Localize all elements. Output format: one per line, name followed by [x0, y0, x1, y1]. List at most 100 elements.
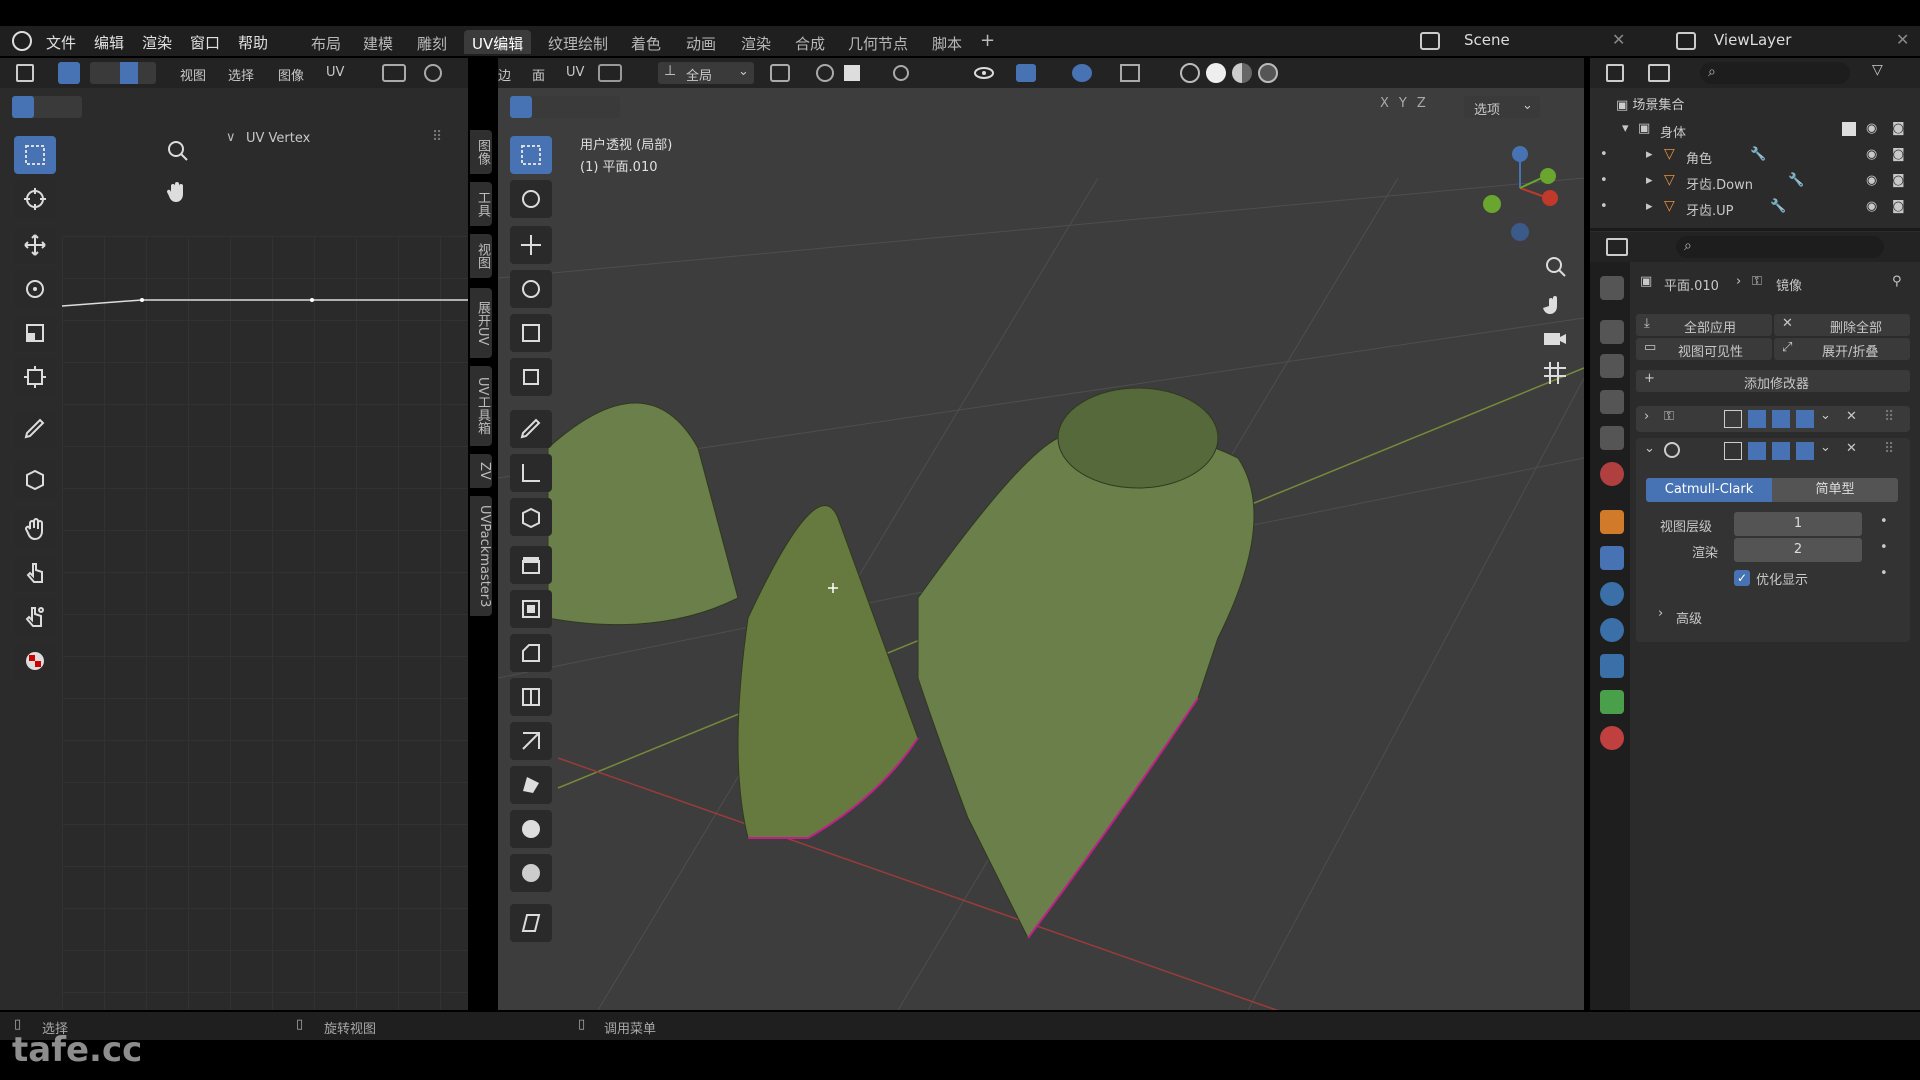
tab-scripting[interactable]: 脚本 — [924, 30, 970, 54]
solid-shading-icon[interactable] — [1206, 63, 1226, 83]
material-shading-icon[interactable] — [1232, 63, 1252, 83]
ortho-grid-icon[interactable] — [1542, 360, 1568, 390]
close-scene-icon[interactable]: ✕ — [1612, 30, 1625, 49]
rotate-tool[interactable] — [14, 270, 56, 308]
filter-icon[interactable]: ▽ — [1872, 62, 1883, 78]
checkbox-icon[interactable] — [1842, 122, 1856, 136]
outliner-row[interactable]: • ▸ ▽ 角色 🔧 ◉ ◙ — [1590, 144, 1920, 170]
overlays-icon[interactable] — [1072, 64, 1092, 82]
vp-pan-icon[interactable] — [1542, 294, 1568, 324]
xray-toggle-icon[interactable] — [1120, 64, 1140, 82]
vp-transform-tool[interactable] — [510, 358, 552, 396]
add-cube-tool[interactable] — [510, 498, 552, 536]
zoom-icon[interactable] — [164, 138, 190, 168]
inset-tool[interactable] — [510, 590, 552, 628]
scene-tab-icon[interactable] — [1600, 426, 1624, 450]
delete-all-button[interactable]: ✕ 删除全部 — [1774, 314, 1910, 336]
render-icon[interactable] — [1796, 410, 1814, 428]
view-layer-tab-icon[interactable] — [1600, 390, 1624, 414]
vp-move-tool[interactable] — [510, 226, 552, 264]
add-workspace-icon[interactable]: + — [980, 30, 995, 51]
wireframe-shading-icon[interactable] — [1180, 63, 1200, 83]
proportional-edit-icon[interactable] — [893, 65, 909, 81]
viewlayer-icon[interactable] — [1676, 32, 1696, 50]
gizmo-neg-z-icon[interactable] — [1511, 223, 1529, 241]
render-tab-icon[interactable] — [1600, 320, 1624, 344]
chevron-down-icon[interactable]: ⌄ — [1820, 408, 1831, 423]
scene-collection-row[interactable]: ▣ 场景集合 — [1616, 94, 1684, 113]
select-new-icon[interactable] — [12, 96, 34, 118]
scene-icon[interactable] — [1420, 32, 1440, 50]
expand-collapse-button[interactable]: ⤢ 展开/折叠 — [1774, 338, 1910, 360]
uv-vertex-panel-header[interactable]: ∨ UV Vertex ⠿ — [216, 126, 456, 152]
poly-build-tool[interactable] — [510, 766, 552, 804]
chevron-down-icon[interactable]: ⌄ — [1644, 441, 1655, 456]
pan-hand-icon[interactable] — [164, 180, 190, 210]
vp-cursor-tool[interactable] — [510, 180, 552, 218]
vp-select-box-tool[interactable] — [510, 136, 552, 174]
tab-sculpt[interactable]: 雕刻 — [409, 30, 455, 54]
vtab-view[interactable]: 视图 — [470, 234, 492, 278]
spin-tool[interactable] — [510, 810, 552, 848]
menu-window[interactable]: 窗口 — [190, 32, 220, 53]
viewlayer-name[interactable]: ViewLayer — [1714, 31, 1791, 49]
scene-name[interactable]: Scene — [1464, 31, 1510, 49]
outliner-row[interactable]: ▾ ▣ 身体 ◉ ◙ — [1590, 118, 1920, 144]
pivot-icon[interactable] — [382, 64, 406, 82]
mirror-x[interactable]: X — [1380, 96, 1389, 111]
vtab-tool[interactable]: 工具 — [470, 182, 492, 226]
chevron-down-icon[interactable]: ⌄ — [1820, 440, 1831, 455]
options-dropdown[interactable]: 选项 ⌄ — [1464, 96, 1540, 118]
close-icon[interactable]: ✕ — [1846, 409, 1857, 424]
camera-icon[interactable]: ◙ — [1892, 121, 1905, 136]
extrude-tool[interactable] — [510, 546, 552, 584]
rip-tool[interactable] — [14, 460, 56, 498]
vp-menu-face[interactable]: 面 — [532, 65, 545, 84]
shear-tool[interactable] — [510, 904, 552, 942]
output-tab-icon[interactable] — [1600, 354, 1624, 378]
render-levels-field[interactable]: 2 — [1734, 538, 1862, 562]
eye-icon[interactable]: ◉ — [1866, 173, 1877, 188]
cage-icon[interactable] — [1748, 410, 1766, 428]
edge-mode-icon[interactable] — [120, 62, 138, 84]
tab-geometry-nodes[interactable]: 几何节点 — [840, 30, 916, 54]
eye-icon[interactable]: ◉ — [1866, 121, 1877, 136]
tab-layout[interactable]: 布局 — [303, 30, 349, 54]
vp-menu-uv[interactable]: UV — [566, 65, 584, 80]
mirror-z[interactable]: Z — [1417, 96, 1426, 111]
properties-search-input[interactable]: ⌕ — [1676, 236, 1884, 258]
rendered-shading-icon[interactable] — [1258, 63, 1278, 83]
particles-tab-icon[interactable] — [1600, 582, 1624, 606]
tab-animation[interactable]: 动画 — [678, 30, 724, 54]
sync-selection-icon[interactable] — [58, 62, 80, 84]
vtab-image[interactable]: 图像 — [470, 130, 492, 174]
pivot-point-icon[interactable] — [770, 64, 790, 82]
scale-tool[interactable] — [14, 314, 56, 352]
display-mode-icon[interactable] — [1648, 64, 1670, 82]
keyframe-dot-icon[interactable]: • — [1880, 540, 1888, 555]
simple-button[interactable]: 简单型 — [1772, 478, 1898, 502]
constraints-tab-icon[interactable] — [1600, 654, 1624, 678]
outliner-type-icon[interactable] — [1606, 64, 1624, 82]
measure-tool[interactable] — [510, 454, 552, 492]
snap-target-icon[interactable] — [844, 65, 860, 81]
blender-logo-icon[interactable] — [12, 31, 32, 51]
selection-mode-buttons[interactable] — [12, 96, 82, 118]
uv-menu-select[interactable]: 选择 — [228, 65, 254, 84]
edit-mode-icon[interactable] — [1724, 410, 1742, 428]
vp-zoom-icon[interactable] — [1542, 254, 1568, 284]
pin-icon[interactable]: ⚲ — [1892, 274, 1902, 289]
menu-file[interactable]: 文件 — [46, 32, 76, 53]
close-viewlayer-icon[interactable]: ✕ — [1896, 30, 1909, 49]
camera-icon[interactable]: ◙ — [1892, 147, 1905, 162]
modifier-tab-icon[interactable] — [1600, 546, 1624, 570]
snap-icon[interactable] — [424, 64, 442, 82]
tab-uv-editing[interactable]: UV编辑 — [464, 30, 532, 54]
catmull-clark-button[interactable]: Catmull-Clark — [1646, 478, 1772, 502]
gizmo-toggle-icon[interactable] — [1016, 64, 1036, 82]
uv-sync-icon[interactable] — [598, 64, 622, 82]
select-box-tool[interactable] — [14, 136, 56, 174]
world-tab-icon[interactable] — [1600, 462, 1624, 486]
uv-menu-uv[interactable]: UV — [326, 65, 344, 80]
gizmo-z-icon[interactable] — [1512, 146, 1528, 162]
